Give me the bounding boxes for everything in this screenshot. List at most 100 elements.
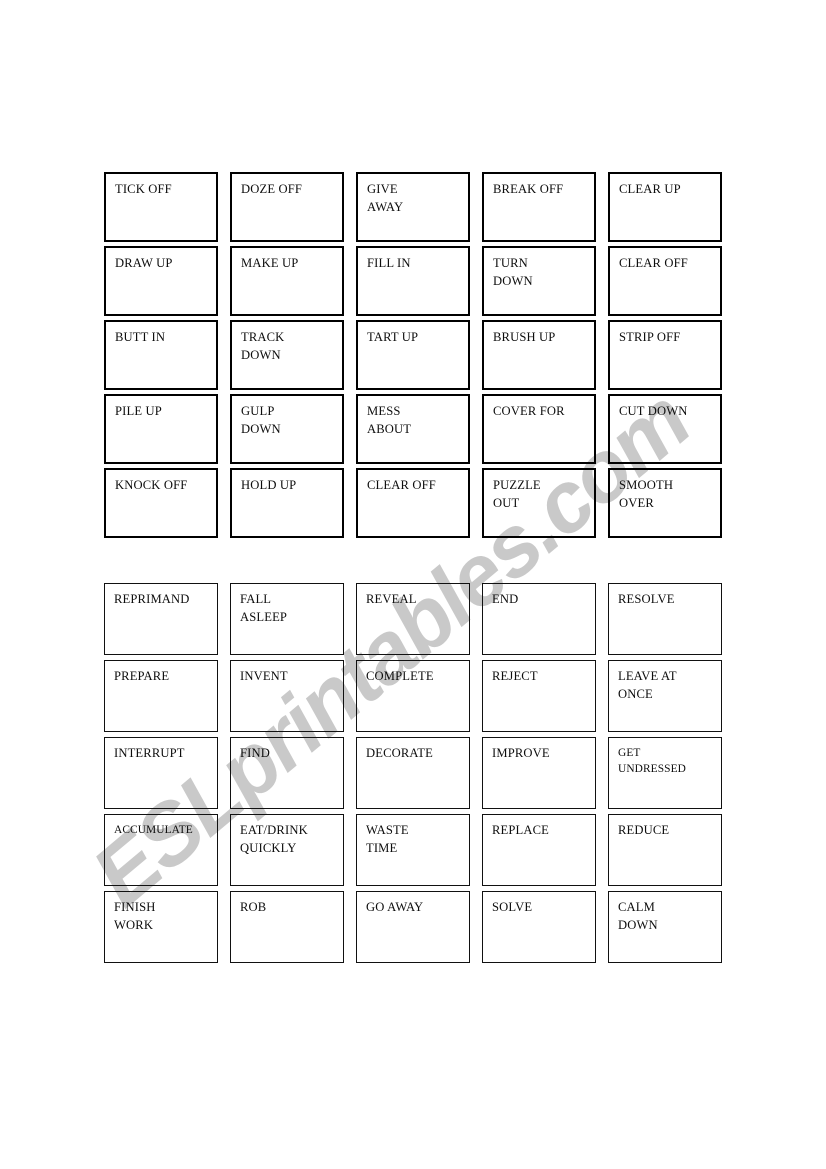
card-label: SMOOTH OVER: [619, 478, 674, 510]
card-label: BRUSH UP: [493, 330, 556, 344]
card-label: TART UP: [367, 330, 419, 344]
card-label: DRAW UP: [115, 256, 173, 270]
card-label: GO AWAY: [366, 900, 424, 914]
card[interactable]: SMOOTH OVER: [608, 468, 722, 538]
card-label: CLEAR UP: [619, 182, 681, 196]
card[interactable]: GO AWAY: [356, 891, 470, 963]
card[interactable]: GET UNDRESSED: [608, 737, 722, 809]
card[interactable]: TART UP: [356, 320, 470, 390]
card-label: WASTE TIME: [366, 823, 409, 855]
card[interactable]: REPLACE: [482, 814, 596, 886]
card-label: MAKE UP: [241, 256, 299, 270]
card[interactable]: DRAW UP: [104, 246, 218, 316]
card[interactable]: WASTE TIME: [356, 814, 470, 886]
card[interactable]: GIVE AWAY: [356, 172, 470, 242]
card[interactable]: REDUCE: [608, 814, 722, 886]
card-label: STRIP OFF: [619, 330, 681, 344]
card[interactable]: CLEAR OFF: [608, 246, 722, 316]
card-label: CLEAR OFF: [619, 256, 688, 270]
card[interactable]: TURN DOWN: [482, 246, 596, 316]
card[interactable]: INVENT: [230, 660, 344, 732]
card[interactable]: PUZZLE OUT: [482, 468, 596, 538]
card-label: COMPLETE: [366, 669, 434, 683]
card-label: BUTT IN: [115, 330, 166, 344]
card-label: PUZZLE OUT: [493, 478, 541, 510]
card[interactable]: BREAK OFF: [482, 172, 596, 242]
card-label: IMPROVE: [492, 746, 550, 760]
card[interactable]: TICK OFF: [104, 172, 218, 242]
card[interactable]: CLEAR OFF: [356, 468, 470, 538]
card[interactable]: DOZE OFF: [230, 172, 344, 242]
card-label: RESOLVE: [618, 592, 675, 606]
card-label: FIND: [240, 746, 270, 760]
card[interactable]: TRACK DOWN: [230, 320, 344, 390]
card[interactable]: REPRIMAND: [104, 583, 218, 655]
card[interactable]: KNOCK OFF: [104, 468, 218, 538]
card-label: KNOCK OFF: [115, 478, 188, 492]
card[interactable]: HOLD UP: [230, 468, 344, 538]
card[interactable]: RESOLVE: [608, 583, 722, 655]
card-label: CUT DOWN: [619, 404, 688, 418]
card[interactable]: CLEAR UP: [608, 172, 722, 242]
card[interactable]: INTERRUPT: [104, 737, 218, 809]
card-label: PILE UP: [115, 404, 162, 418]
card[interactable]: PILE UP: [104, 394, 218, 464]
card-label: CALM DOWN: [618, 900, 658, 932]
card[interactable]: REVEAL: [356, 583, 470, 655]
card[interactable]: COMPLETE: [356, 660, 470, 732]
card[interactable]: FILL IN: [356, 246, 470, 316]
card-label: PREPARE: [114, 669, 170, 683]
card-label: GET UNDRESSED: [618, 747, 686, 776]
card[interactable]: GULP DOWN: [230, 394, 344, 464]
card[interactable]: REJECT: [482, 660, 596, 732]
card[interactable]: LEAVE AT ONCE: [608, 660, 722, 732]
card-label: END: [492, 592, 519, 606]
card[interactable]: ACCUMULATE: [104, 814, 218, 886]
card-label: INTERRUPT: [114, 746, 185, 760]
card[interactable]: DECORATE: [356, 737, 470, 809]
card[interactable]: BUTT IN: [104, 320, 218, 390]
card-label: REPRIMAND: [114, 592, 190, 606]
card-label: COVER FOR: [493, 404, 565, 418]
card-label: REJECT: [492, 669, 538, 683]
definition-card-grid: REPRIMAND FALL ASLEEP REVEAL END RESOLVE PREP…: [104, 583, 722, 963]
card-label: MESS ABOUT: [367, 404, 412, 436]
card[interactable]: FINISH WORK: [104, 891, 218, 963]
card[interactable]: ROB: [230, 891, 344, 963]
card-label: HOLD UP: [241, 478, 297, 492]
card-label: TICK OFF: [115, 182, 172, 196]
card[interactable]: CALM DOWN: [608, 891, 722, 963]
card-label: TRACK DOWN: [241, 330, 285, 362]
card-label: DECORATE: [366, 746, 433, 760]
card[interactable]: IMPROVE: [482, 737, 596, 809]
card[interactable]: FALL ASLEEP: [230, 583, 344, 655]
card[interactable]: END: [482, 583, 596, 655]
card-label: INVENT: [240, 669, 288, 683]
card[interactable]: STRIP OFF: [608, 320, 722, 390]
card-label: LEAVE AT ONCE: [618, 669, 677, 701]
card[interactable]: COVER FOR: [482, 394, 596, 464]
card[interactable]: EAT/DRINK QUICKLY: [230, 814, 344, 886]
worksheet-page: ESLprintables.com TICK OFF DOZE OFF GIVE A…: [0, 0, 826, 1169]
card[interactable]: MESS ABOUT: [356, 394, 470, 464]
card-label: FALL ASLEEP: [240, 592, 288, 624]
card-label: ROB: [240, 900, 267, 914]
card-label: BREAK OFF: [493, 182, 564, 196]
card-label: REPLACE: [492, 823, 550, 837]
card-label: FILL IN: [367, 256, 411, 270]
card[interactable]: MAKE UP: [230, 246, 344, 316]
card-label: REDUCE: [618, 823, 670, 837]
card-label: CLEAR OFF: [367, 478, 436, 492]
card-label: SOLVE: [492, 900, 533, 914]
card-label: GIVE AWAY: [367, 182, 404, 214]
phrasal-verb-card-grid: TICK OFF DOZE OFF GIVE AWAY BREAK OFF CLEAR …: [104, 172, 722, 538]
card-label: FINISH WORK: [114, 900, 156, 932]
card-label: GULP DOWN: [241, 404, 281, 436]
card[interactable]: CUT DOWN: [608, 394, 722, 464]
card[interactable]: BRUSH UP: [482, 320, 596, 390]
card[interactable]: PREPARE: [104, 660, 218, 732]
card[interactable]: FIND: [230, 737, 344, 809]
card-label: REVEAL: [366, 592, 417, 606]
card-label: ACCUMULATE: [114, 824, 193, 836]
card[interactable]: SOLVE: [482, 891, 596, 963]
